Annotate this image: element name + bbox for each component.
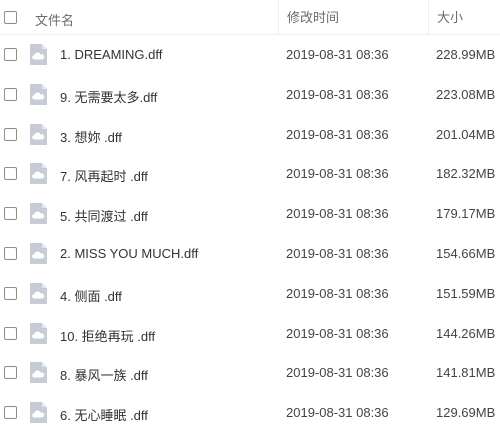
column-header-name[interactable]: 文件名 [35,10,74,29]
file-size: 144.26MB [436,325,496,341]
file-row[interactable]: 9. 无需要太多.dff 2019-08-31 08:36 223.08MB [0,75,500,115]
row-checkbox[interactable] [4,406,20,422]
file-row[interactable]: 2. MISS YOU MUCH.dff 2019-08-31 08:36 154.… [0,234,500,274]
cloud-file-icon [30,44,47,65]
row-checkbox[interactable] [4,167,20,183]
file-size: 129.69MB [436,405,496,421]
file-row[interactable]: 6. 无心睡眠 .dff 2019-08-31 08:36 129.69MB [0,393,500,430]
file-modified-date: 2019-08-31 08:36 [286,86,389,102]
cloud-file-icon [30,242,47,264]
cloud-file-icon [30,282,47,304]
file-name[interactable]: 3. 想妳 .dff [60,127,122,146]
file-name[interactable]: 1. DREAMING.dff [60,47,162,62]
file-modified-date: 2019-08-31 08:36 [286,206,389,222]
file-size: 223.08MB [436,86,496,102]
file-size: 151.59MB [436,285,496,301]
file-modified-date: 2019-08-31 08:36 [286,405,389,421]
cloud-file-icon [30,362,47,384]
file-name[interactable]: 9. 无需要太多.dff [60,87,157,106]
file-name[interactable]: 8. 暴风一族 .dff [60,365,148,384]
cloud-file-icon [30,123,47,145]
file-row[interactable]: 8. 暴风一族 .dff 2019-08-31 08:36 141.81MB [0,353,500,393]
file-size: 228.99MB [436,47,496,62]
file-row[interactable]: 3. 想妳 .dff 2019-08-31 08:36 201.04MB [0,115,500,155]
column-header-size[interactable]: 大小 [428,0,463,35]
row-checkbox[interactable] [4,48,20,64]
cloud-file-icon [30,402,47,424]
file-modified-date: 2019-08-31 08:36 [286,285,389,301]
file-modified-date: 2019-08-31 08:36 [286,47,389,62]
row-checkbox[interactable] [4,246,20,263]
row-checkbox[interactable] [4,127,20,144]
file-modified-date: 2019-08-31 08:36 [286,245,389,261]
select-all-checkbox[interactable] [4,11,20,27]
file-name[interactable]: 2. MISS YOU MUCH.dff [60,246,198,261]
file-row[interactable]: 4. 侧面 .dff 2019-08-31 08:36 151.59MB [0,274,500,314]
cloud-file-icon [30,83,47,105]
row-checkbox[interactable] [4,326,20,343]
file-rows: 1. DREAMING.dff 2019-08-31 08:36 228.99MB 9… [0,35,500,430]
file-row[interactable]: 7. 风再起时 .dff 2019-08-31 08:36 182.32MB [0,154,500,194]
file-size: 154.66MB [436,245,496,261]
file-list: 文件名 修改时间 大小 1. DREAMING.dff 2019-08-31 08… [0,0,500,430]
file-modified-date: 2019-08-31 08:36 [286,166,389,182]
file-modified-date: 2019-08-31 08:36 [286,325,389,341]
file-size: 141.81MB [436,365,496,381]
file-modified-date: 2019-08-31 08:36 [286,365,389,381]
file-modified-date: 2019-08-31 08:36 [286,126,389,142]
row-checkbox[interactable] [4,207,20,223]
row-checkbox[interactable] [4,87,20,104]
file-list-header: 文件名 修改时间 大小 [0,0,500,35]
file-row[interactable]: 10. 拒绝再玩 .dff 2019-08-31 08:36 144.26MB [0,314,500,354]
file-name[interactable]: 7. 风再起时 .dff [60,166,148,185]
cloud-file-icon [30,203,47,225]
file-size: 201.04MB [436,126,496,142]
cloud-file-icon [30,163,47,185]
column-header-modified[interactable]: 修改时间 [278,0,339,35]
cloud-file-icon [30,322,47,344]
file-row[interactable]: 1. DREAMING.dff 2019-08-31 08:36 228.99MB [0,35,500,75]
file-size: 179.17MB [436,206,496,222]
row-checkbox[interactable] [4,286,20,303]
file-size: 182.32MB [436,166,496,182]
file-name[interactable]: 5. 共同渡过 .dff [60,206,148,225]
file-row[interactable]: 5. 共同渡过 .dff 2019-08-31 08:36 179.17MB [0,194,500,234]
file-name[interactable]: 4. 侧面 .dff [60,286,122,305]
file-name[interactable]: 6. 无心睡眠 .dff [60,405,148,424]
file-name[interactable]: 10. 拒绝再玩 .dff [60,326,155,345]
row-checkbox[interactable] [4,366,20,382]
